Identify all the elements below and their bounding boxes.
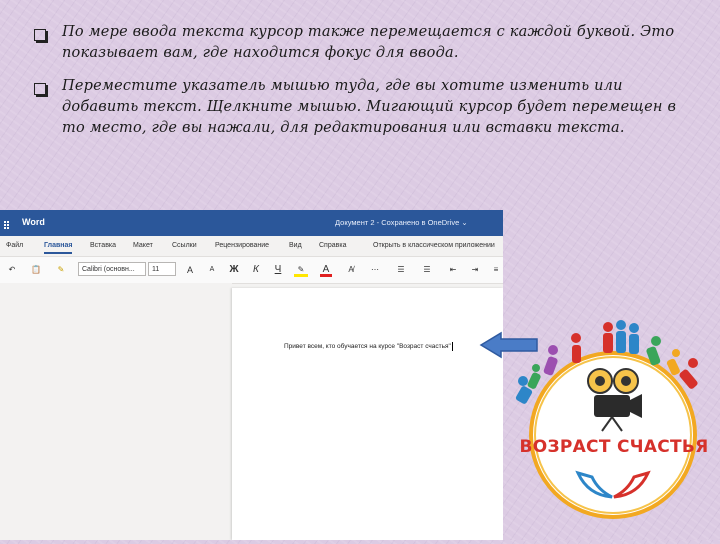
font-name-select[interactable]: Calibri (основн... — [78, 262, 146, 276]
bullet-item: По мере ввода текста курсор также переме… — [30, 22, 690, 64]
undo-icon[interactable]: ↶ — [4, 263, 20, 277]
logo-graphic — [515, 320, 698, 519]
tab-references[interactable]: Ссылки — [172, 242, 197, 249]
font-color-icon[interactable]: A — [320, 263, 332, 277]
font-size-select[interactable]: 11 — [148, 262, 176, 276]
text-cursor — [451, 342, 453, 351]
app-grid-icon[interactable] — [4, 218, 12, 229]
document-page[interactable]: Привет всем, кто обучается на курсе "Воз… — [232, 288, 503, 540]
underline-button[interactable]: Ч — [272, 263, 284, 277]
bold-button[interactable]: Ж — [228, 263, 240, 277]
tab-home[interactable]: Главная — [44, 242, 73, 254]
numbering-icon[interactable]: ☰ — [420, 263, 434, 277]
shrink-font-icon[interactable]: A — [206, 263, 218, 277]
bullet-text: Переместите указатель мышью туда, где вы… — [62, 78, 677, 136]
ribbon-tabs: Файл Главная Вставка Макет Ссылки Реценз… — [0, 236, 503, 256]
bullet-item: Переместите указатель мышью туда, где вы… — [30, 76, 690, 139]
open-desktop-app-link[interactable]: Открыть в классическом приложении — [373, 242, 495, 249]
word-window: Word Документ 2 - Сохранено в OneDrive ⌄… — [0, 210, 503, 540]
align-icon[interactable]: ≡ — [490, 263, 502, 277]
bullets-icon[interactable]: ☰ — [394, 263, 408, 277]
more-options-icon[interactable]: ⋯ — [368, 263, 382, 277]
paste-icon[interactable]: 📋 — [28, 263, 44, 277]
tab-review[interactable]: Рецензирование — [215, 242, 269, 249]
tab-file[interactable]: Файл — [6, 242, 23, 249]
highlight-icon[interactable]: ✎ — [294, 263, 308, 277]
vozrast-schastya-logo: ВОЗРАСТ СЧАСТЬЯ — [508, 305, 720, 540]
italic-button[interactable]: К — [250, 263, 262, 277]
left-pane — [0, 283, 232, 540]
document-text: Привет всем, кто обучается на курсе "Воз… — [284, 343, 451, 351]
checkbox-bullet-icon — [34, 83, 46, 95]
tab-layout[interactable]: Макет — [133, 242, 153, 249]
clear-format-icon[interactable]: A̸ — [344, 263, 358, 277]
tab-view[interactable]: Вид — [289, 242, 302, 249]
document-text-line[interactable]: Привет всем, кто обучается на курсе "Воз… — [284, 342, 453, 351]
increase-indent-icon[interactable]: ⇥ — [468, 263, 482, 277]
tab-insert[interactable]: Вставка — [90, 242, 116, 249]
app-name: Word — [22, 217, 45, 227]
decrease-indent-icon[interactable]: ⇤ — [446, 263, 460, 277]
document-title[interactable]: Документ 2 - Сохранено в OneDrive ⌄ — [335, 218, 468, 227]
bullet-text: По мере ввода текста курсор также переме… — [62, 24, 675, 61]
ribbon-toolbar: ↶ 📋 ✎ Calibri (основн... 11 A A Ж К Ч ✎ … — [0, 256, 503, 284]
format-painter-icon[interactable]: ✎ — [54, 263, 68, 277]
tab-help[interactable]: Справка — [319, 242, 346, 249]
logo-title: ВОЗРАСТ СЧАСТЬЯ — [519, 437, 709, 457]
word-titlebar: Word Документ 2 - Сохранено в OneDrive ⌄ — [0, 210, 503, 236]
grow-font-icon[interactable]: A — [184, 263, 196, 277]
checkbox-bullet-icon — [34, 29, 46, 41]
bullet-list: По мере ввода текста курсор также переме… — [30, 22, 690, 151]
